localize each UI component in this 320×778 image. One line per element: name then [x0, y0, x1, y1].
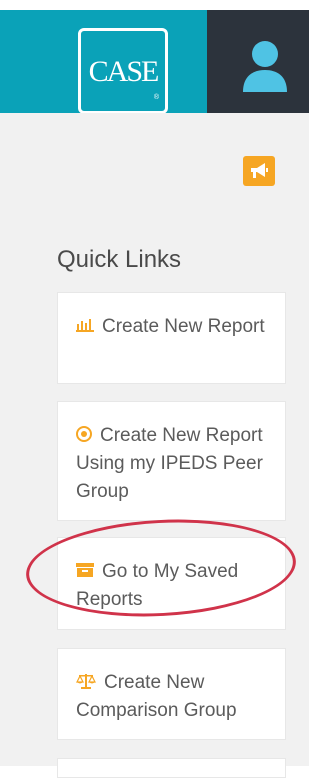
quick-link-label: Create New Report Using my IPEDS Peer Gr… [76, 425, 263, 502]
quick-link-create-report[interactable]: Create New Report [57, 292, 286, 384]
logo-area[interactable]: CASE ® [0, 10, 207, 114]
quick-link-label: Create New Report [102, 316, 265, 337]
balance-scale-icon [76, 673, 96, 689]
bar-chart-icon [76, 318, 94, 332]
quick-link-next[interactable] [57, 758, 286, 778]
announcement-button[interactable] [243, 156, 275, 186]
quick-link-label: Create New Comparison Group [76, 672, 237, 721]
logo-text: CASE [88, 55, 160, 88]
case-logo[interactable]: CASE ® [78, 28, 168, 114]
top-bar: CASE ® [0, 0, 309, 114]
quick-link-ipeds-peer-group[interactable]: Create New Report Using my IPEDS Peer Gr… [57, 401, 286, 521]
logo-registered-mark: ® [153, 94, 159, 101]
user-menu[interactable] [207, 10, 309, 113]
quick-link-saved-reports[interactable]: Go to My Saved Reports [57, 537, 286, 630]
target-icon [76, 425, 92, 442]
quick-link-label: Go to My Saved Reports [76, 561, 239, 610]
quick-link-comparison-group[interactable]: Create New Comparison Group [57, 648, 286, 740]
megaphone-icon [251, 163, 268, 178]
user-icon[interactable] [241, 38, 289, 94]
quick-links-title: Quick Links [57, 246, 182, 273]
archive-box-icon [76, 562, 94, 577]
